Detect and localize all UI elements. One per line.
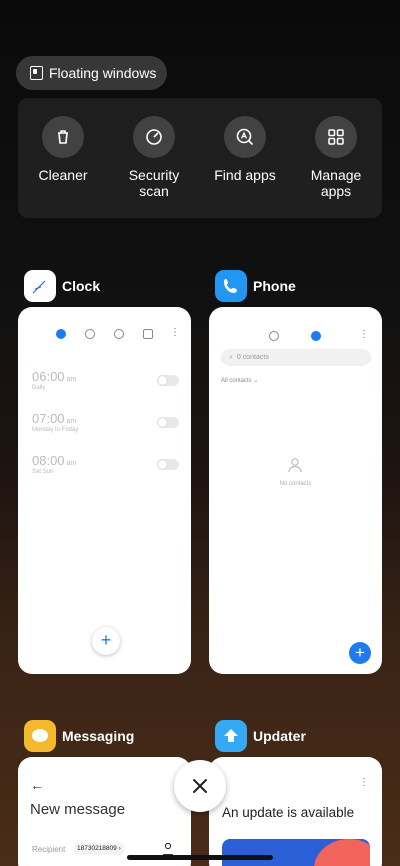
clock-app-name: Clock bbox=[62, 278, 101, 294]
clock-app-header[interactable]: Clock bbox=[24, 270, 100, 302]
messaging-app-card[interactable]: ← New message Recipient 18730218809 › bbox=[18, 757, 191, 866]
alarm-tab-icon[interactable] bbox=[56, 329, 66, 339]
alarm-item[interactable]: 08:00 am Sat Sun bbox=[32, 453, 76, 475]
phone-app-icon bbox=[215, 270, 247, 302]
find-apps-label: Find apps bbox=[214, 167, 276, 183]
messaging-app-header[interactable]: Messaging bbox=[24, 720, 134, 752]
security-scan-label: Security scan bbox=[128, 167, 180, 199]
alarm-toggle[interactable] bbox=[157, 375, 179, 386]
cleaner-label: Cleaner bbox=[38, 167, 88, 183]
alarm-item[interactable]: 07:00 am Monday to Friday bbox=[32, 411, 78, 433]
messaging-app-icon bbox=[24, 720, 56, 752]
empty-contacts-text: No contacts bbox=[279, 481, 312, 487]
clock-app-card[interactable]: ⋮ 06:00 am Daily 07:00 am Monday to Friday… bbox=[18, 307, 191, 674]
floating-windows-label: Floating windows bbox=[49, 65, 157, 81]
timer-tab-icon[interactable] bbox=[143, 329, 153, 339]
contacts-search-input[interactable]: ⌕ 0 contacts bbox=[221, 349, 371, 366]
recents-tab-icon[interactable] bbox=[269, 331, 279, 341]
contact-picker-icon[interactable] bbox=[162, 842, 174, 856]
clock-app-icon bbox=[24, 270, 56, 302]
security-scan-button[interactable]: Security scan bbox=[109, 116, 199, 199]
floating-windows-button[interactable]: Floating windows bbox=[16, 56, 167, 90]
updater-app-name: Updater bbox=[253, 728, 306, 744]
floating-window-icon bbox=[30, 66, 43, 80]
close-all-button[interactable] bbox=[174, 760, 226, 812]
trash-icon bbox=[42, 116, 84, 158]
home-gesture-bar[interactable] bbox=[127, 855, 273, 860]
contacts-filter-dropdown[interactable]: All contacts ⌄ bbox=[221, 377, 258, 384]
more-options-icon[interactable]: ⋮ bbox=[359, 777, 369, 788]
manage-apps-button[interactable]: Manage apps bbox=[291, 116, 381, 199]
phone-app-header[interactable]: Phone bbox=[215, 270, 296, 302]
clock-toolbar: ⋮ bbox=[18, 327, 191, 343]
security-scan-icon bbox=[133, 116, 175, 158]
find-apps-button[interactable]: Find apps bbox=[200, 116, 290, 183]
updater-app-card[interactable]: ⋮ An update is available bbox=[209, 757, 382, 866]
updater-app-header[interactable]: Updater bbox=[215, 720, 306, 752]
recipient-label: Recipient bbox=[32, 845, 66, 854]
close-icon bbox=[193, 779, 207, 793]
recipient-chip[interactable]: 18730218809 › bbox=[74, 843, 124, 855]
alarm-toggle[interactable] bbox=[157, 417, 179, 428]
more-options-icon[interactable]: ⋮ bbox=[359, 329, 369, 340]
more-options-icon[interactable]: ⋮ bbox=[170, 327, 180, 338]
add-contact-button[interactable]: + bbox=[349, 642, 371, 664]
phone-app-card[interactable]: ⋮ ⌕ 0 contacts All contacts ⌄ No contact… bbox=[209, 307, 382, 674]
cleaner-button[interactable]: Cleaner bbox=[18, 116, 108, 183]
phone-app-name: Phone bbox=[253, 278, 296, 294]
contacts-tab-icon[interactable] bbox=[311, 331, 321, 341]
messaging-app-name: Messaging bbox=[62, 728, 135, 744]
person-icon bbox=[287, 457, 303, 473]
update-headline: An update is available bbox=[222, 805, 355, 820]
stopwatch-tab-icon[interactable] bbox=[114, 329, 124, 339]
world-clock-tab-icon[interactable] bbox=[85, 329, 95, 339]
alarm-toggle[interactable] bbox=[157, 459, 179, 470]
update-banner-image bbox=[222, 839, 370, 866]
updater-app-icon bbox=[215, 720, 247, 752]
manage-apps-icon bbox=[315, 116, 357, 158]
find-apps-icon bbox=[224, 116, 266, 158]
quick-tools-panel: Cleaner Security scan Find apps Manage a… bbox=[18, 98, 382, 218]
manage-apps-label: Manage apps bbox=[310, 167, 362, 199]
back-arrow-icon[interactable]: ← bbox=[30, 777, 44, 793]
search-icon: ⌕ bbox=[229, 353, 233, 361]
alarm-item[interactable]: 06:00 am Daily bbox=[32, 369, 76, 391]
new-message-title: New message bbox=[30, 801, 126, 818]
add-alarm-button[interactable]: + bbox=[92, 627, 120, 655]
